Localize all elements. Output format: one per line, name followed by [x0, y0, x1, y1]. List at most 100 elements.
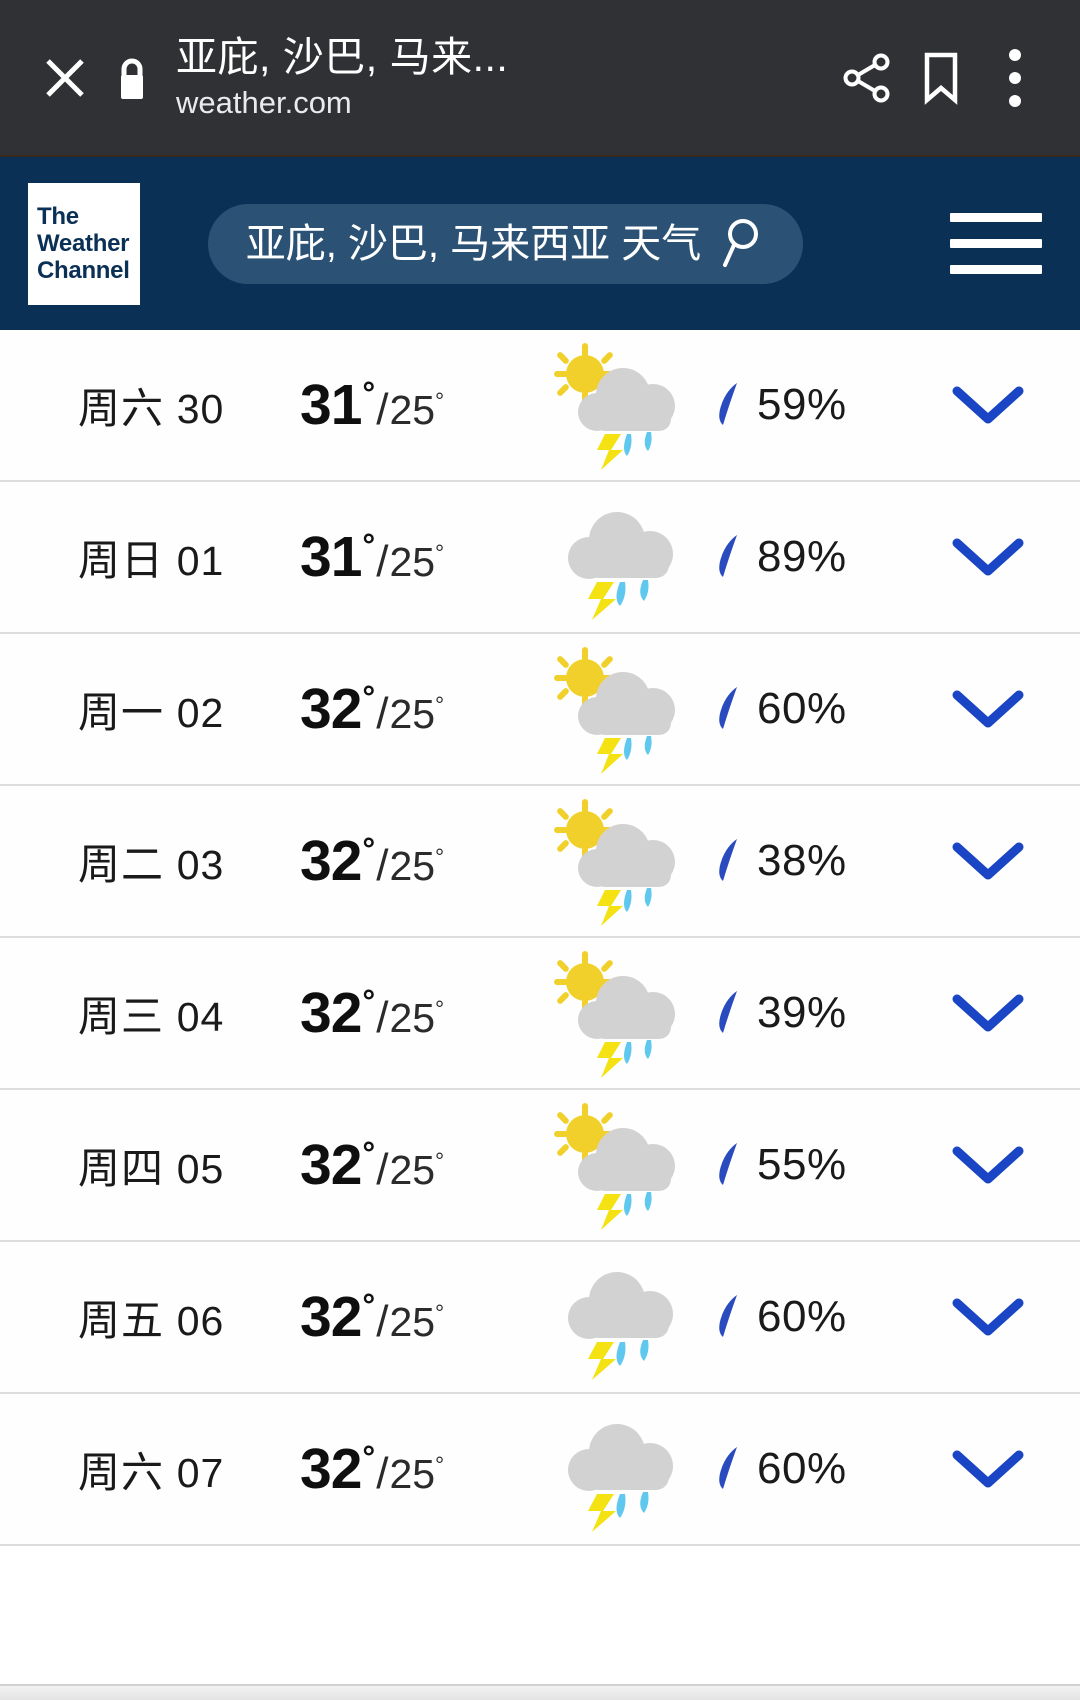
- temp-high: 32: [300, 1132, 361, 1198]
- sun-cloud-thunder-rain-icon: [535, 948, 685, 1078]
- page-host: weather.com: [176, 83, 830, 123]
- degree-high: °: [362, 1135, 375, 1172]
- expand-row-button[interactable]: [935, 1143, 1080, 1187]
- scroll-edge-indicator: [0, 1684, 1080, 1700]
- share-button[interactable]: [830, 41, 904, 115]
- forecast-temp-cell: 32 ° / 25 °: [300, 1436, 515, 1502]
- expand-row-button[interactable]: [935, 535, 1080, 579]
- expand-row-button[interactable]: [935, 1295, 1080, 1339]
- chevron-down-icon: [951, 1447, 1025, 1491]
- expand-row-button[interactable]: [935, 1447, 1080, 1491]
- raindrop-icon: [715, 531, 741, 583]
- bookmark-icon: [919, 50, 963, 106]
- share-icon: [839, 50, 895, 106]
- degree-low: °: [435, 996, 444, 1023]
- forecast-precip-cell: 60%: [705, 1291, 935, 1343]
- cloud-thunder-rain-icon: [535, 1252, 685, 1382]
- table-row[interactable]: 周日 01 31 ° / 25 °: [0, 482, 1080, 634]
- raindrop-icon: [715, 1139, 741, 1191]
- raindrop-icon: [715, 1291, 741, 1343]
- raindrop-icon: [715, 987, 741, 1039]
- forecast-precip-cell: 38%: [705, 835, 935, 887]
- sun-cloud-thunder-rain-icon: [535, 796, 685, 926]
- degree-low: °: [435, 1300, 444, 1327]
- temp-low: 25: [389, 1451, 435, 1498]
- table-row[interactable]: 周六 30 31 ° / 25 °: [0, 330, 1080, 482]
- temp-separator: /: [376, 841, 388, 891]
- hamburger-bar-3: [950, 265, 1042, 274]
- temp-low: 25: [389, 387, 435, 434]
- search-input-value: 亚庇, 沙巴, 马来西亚 天气: [246, 222, 702, 266]
- degree-low: °: [435, 540, 444, 567]
- raindrop-icon: [715, 683, 741, 735]
- table-row[interactable]: 周三 04 32 ° / 25 °: [0, 938, 1080, 1090]
- raindrop-icon: [715, 1443, 741, 1495]
- chevron-down-icon: [951, 991, 1025, 1035]
- logo-line-1: The: [37, 203, 140, 230]
- expand-row-button[interactable]: [935, 991, 1080, 1035]
- kebab-menu-icon: [1005, 46, 1025, 110]
- close-tab-button[interactable]: [28, 41, 102, 115]
- chevron-down-icon: [951, 1295, 1025, 1339]
- weather-channel-logo[interactable]: The Weather Channel: [28, 183, 140, 305]
- degree-low: °: [435, 388, 444, 415]
- menu-button[interactable]: [950, 208, 1042, 280]
- day-name: 周二: [78, 841, 164, 888]
- raindrop-icon: [715, 835, 741, 887]
- table-row[interactable]: 周二 03 32 ° / 25 °: [0, 786, 1080, 938]
- temp-high: 32: [300, 980, 361, 1046]
- forecast-condition-cell: [515, 948, 705, 1078]
- cloud-thunder-rain-icon: [535, 492, 685, 622]
- chevron-down-icon: [951, 687, 1025, 731]
- precip-percent: 39%: [757, 988, 847, 1038]
- day-name: 周四: [78, 1145, 164, 1192]
- forecast-temp-cell: 32 ° / 25 °: [300, 1132, 515, 1198]
- forecast-temp-cell: 31 ° / 25 °: [300, 372, 515, 438]
- table-row[interactable]: 周五 06 32 ° / 25 °: [0, 1242, 1080, 1394]
- address-block[interactable]: 亚庇, 沙巴, 马来... weather.com: [162, 33, 830, 123]
- table-row[interactable]: 周六 07 32 ° / 25 °: [0, 1394, 1080, 1546]
- more-options-button[interactable]: [978, 41, 1052, 115]
- degree-low: °: [435, 844, 444, 871]
- forecast-day-cell: 周日 01: [0, 527, 300, 588]
- temp-separator: /: [376, 1297, 388, 1347]
- precip-percent: 55%: [757, 1140, 847, 1190]
- sun-cloud-thunder-rain-icon: [535, 1100, 685, 1230]
- forecast-precip-cell: 59%: [705, 379, 935, 431]
- chevron-down-icon: [951, 1143, 1025, 1187]
- day-name: 周一: [78, 689, 164, 736]
- day-name: 周六: [78, 1449, 164, 1496]
- search-icon[interactable]: [719, 217, 765, 271]
- precip-percent: 59%: [757, 380, 847, 430]
- expand-row-button[interactable]: [935, 383, 1080, 427]
- forecast-precip-cell: 55%: [705, 1139, 935, 1191]
- bookmark-button[interactable]: [904, 41, 978, 115]
- degree-high: °: [362, 831, 375, 868]
- day-name: 周五: [78, 1297, 164, 1344]
- day-number: 04: [177, 994, 225, 1040]
- search-input[interactable]: 亚庇, 沙巴, 马来西亚 天气: [208, 204, 803, 284]
- page-title: 亚庇, 沙巴, 马来...: [176, 33, 830, 81]
- cloud-thunder-rain-icon: [535, 1404, 685, 1534]
- table-row[interactable]: 周四 05 32 ° / 25 °: [0, 1090, 1080, 1242]
- forecast-day-cell: 周四 05: [0, 1135, 300, 1196]
- table-row[interactable]: 周一 02 32 ° / 25 °: [0, 634, 1080, 786]
- expand-row-button[interactable]: [935, 839, 1080, 883]
- day-number: 06: [177, 1298, 225, 1344]
- precip-percent: 60%: [757, 1292, 847, 1342]
- precip-percent: 38%: [757, 836, 847, 886]
- forecast-day-cell: 周一 02: [0, 679, 300, 740]
- forecast-condition-cell: [515, 796, 705, 926]
- chevron-down-icon: [951, 383, 1025, 427]
- degree-low: °: [435, 1148, 444, 1175]
- degree-low: °: [435, 692, 444, 719]
- expand-row-button[interactable]: [935, 687, 1080, 731]
- temp-separator: /: [376, 537, 388, 587]
- degree-high: °: [362, 1439, 375, 1476]
- close-icon: [41, 54, 89, 102]
- browser-toolbar: 亚庇, 沙巴, 马来... weather.com: [0, 0, 1080, 155]
- precip-percent: 89%: [757, 532, 847, 582]
- forecast-temp-cell: 32 ° / 25 °: [300, 676, 515, 742]
- forecast-condition-cell: [515, 1100, 705, 1230]
- day-number: 07: [177, 1450, 225, 1496]
